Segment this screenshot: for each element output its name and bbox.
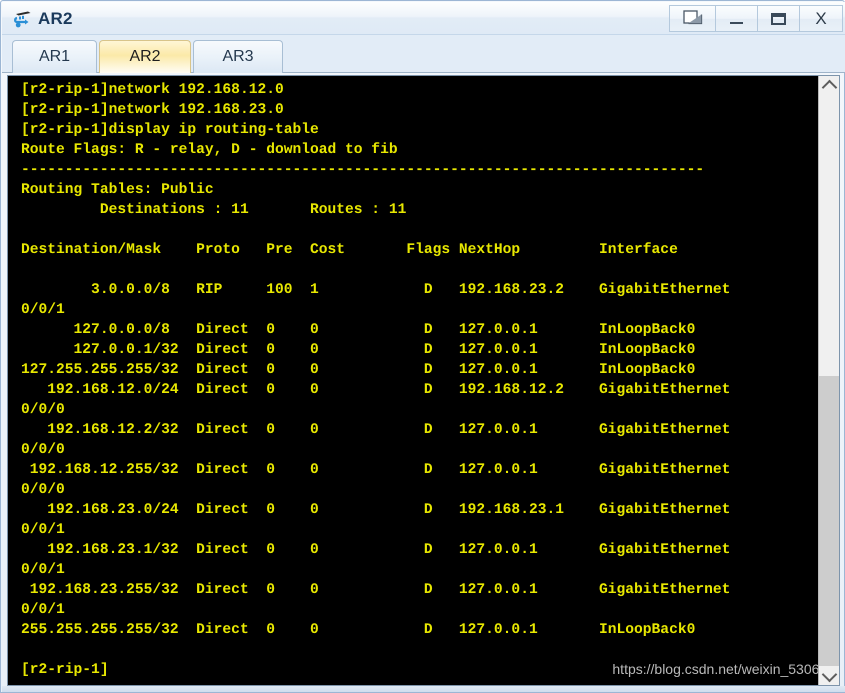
maximize-button[interactable] xyxy=(757,5,799,32)
close-button[interactable]: X xyxy=(799,5,843,32)
close-icon: X xyxy=(815,9,827,28)
maximize-icon xyxy=(771,12,786,25)
cascade-windows-icon xyxy=(682,10,702,25)
tab-ar3[interactable]: AR3 xyxy=(193,40,283,73)
window-bottom-edge xyxy=(2,686,845,692)
watermark-text: https://blog.csdn.net/weixin_530631 xyxy=(612,661,835,677)
restore-windows-button[interactable] xyxy=(669,5,715,32)
scroll-up-icon[interactable] xyxy=(819,76,839,95)
scroll-down-icon[interactable] xyxy=(819,666,839,685)
application-window: AR2 X AR1 AR2 AR3 [r2-rip-1]network 192.… xyxy=(0,0,845,693)
scrollbar-track-upper[interactable] xyxy=(819,95,839,376)
console-text: [r2-rip-1]network 192.168.12.0 [r2-rip-1… xyxy=(21,82,731,678)
router-icon xyxy=(12,8,34,30)
window-title: AR2 xyxy=(38,9,73,28)
tab-strip: AR1 AR2 AR3 xyxy=(2,35,845,73)
console-scrollbar[interactable] xyxy=(818,76,839,685)
minimize-button[interactable] xyxy=(715,5,757,32)
title-bar: AR2 X xyxy=(2,2,845,35)
tab-ar2[interactable]: AR2 xyxy=(99,40,191,73)
tab-ar1[interactable]: AR1 xyxy=(12,40,97,73)
chevron-down-glyph xyxy=(821,666,837,682)
console-output-area[interactable]: [r2-rip-1]network 192.168.12.0 [r2-rip-1… xyxy=(8,76,818,685)
minimize-icon xyxy=(730,22,743,24)
scrollbar-thumb[interactable] xyxy=(819,376,839,666)
chevron-up-glyph xyxy=(821,79,837,95)
console-panel: [r2-rip-1]network 192.168.12.0 [r2-rip-1… xyxy=(7,75,840,686)
